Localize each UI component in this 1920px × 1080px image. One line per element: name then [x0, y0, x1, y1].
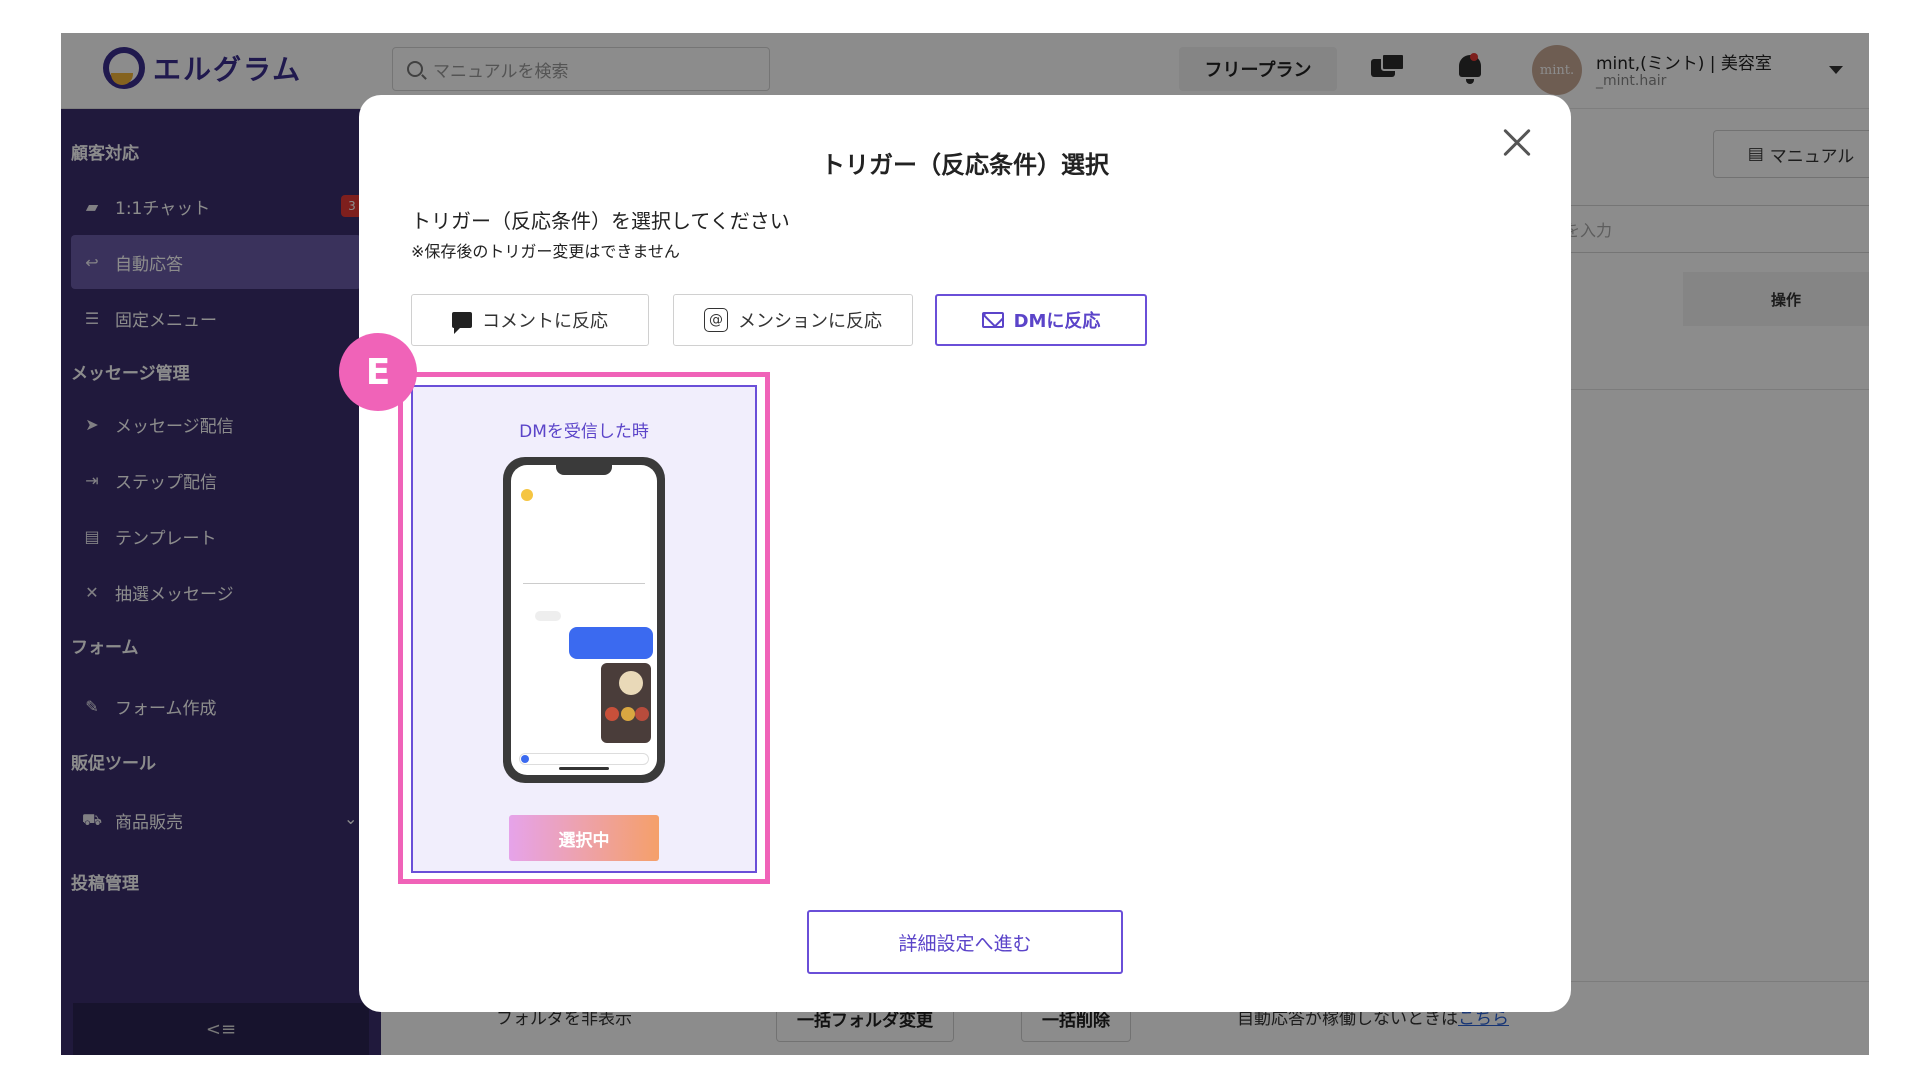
modal-title: トリガー（反応条件）選択: [821, 151, 1109, 179]
dm-image: [601, 663, 651, 743]
selected-button[interactable]: 選択中: [509, 815, 659, 861]
dm-menu-bubble: [535, 611, 561, 621]
dm-reply-bubble: [569, 627, 653, 659]
trigger-label: メンションに反応: [738, 311, 882, 332]
home-indicator: [559, 767, 609, 770]
modal-instruction: トリガー（反応条件）を選択してください: [411, 209, 790, 233]
trigger-label: DMに反応: [1013, 311, 1101, 332]
trigger-comment-button[interactable]: コメントに反応: [411, 294, 649, 346]
modal-note: ※保存後のトリガー変更はできません: [411, 242, 680, 261]
at-icon: @: [704, 308, 728, 332]
mail-icon: [981, 312, 1004, 328]
phone-illustration: [503, 457, 665, 783]
trigger-select-modal: トリガー（反応条件）選択 トリガー（反応条件）を選択してください ※保存後のトリ…: [339, 95, 1571, 1012]
trigger-label: コメントに反応: [482, 311, 608, 332]
comment-icon: [452, 312, 472, 334]
next-settings-button[interactable]: 詳細設定へ進む: [807, 910, 1123, 974]
dm-header: [521, 489, 641, 501]
dm-divider: [523, 583, 645, 584]
trigger-mention-button[interactable]: @ メンションに反応: [673, 294, 913, 346]
trigger-dm-button[interactable]: DMに反応: [935, 294, 1147, 346]
dm-trigger-card[interactable]: DMを受信した時 選択中: [411, 385, 757, 873]
step-badge: E: [339, 333, 417, 411]
dm-input: [519, 753, 649, 765]
phone-notch: [556, 465, 612, 475]
phone-screen: [511, 465, 657, 775]
card-title: DMを受信した時: [519, 422, 649, 442]
